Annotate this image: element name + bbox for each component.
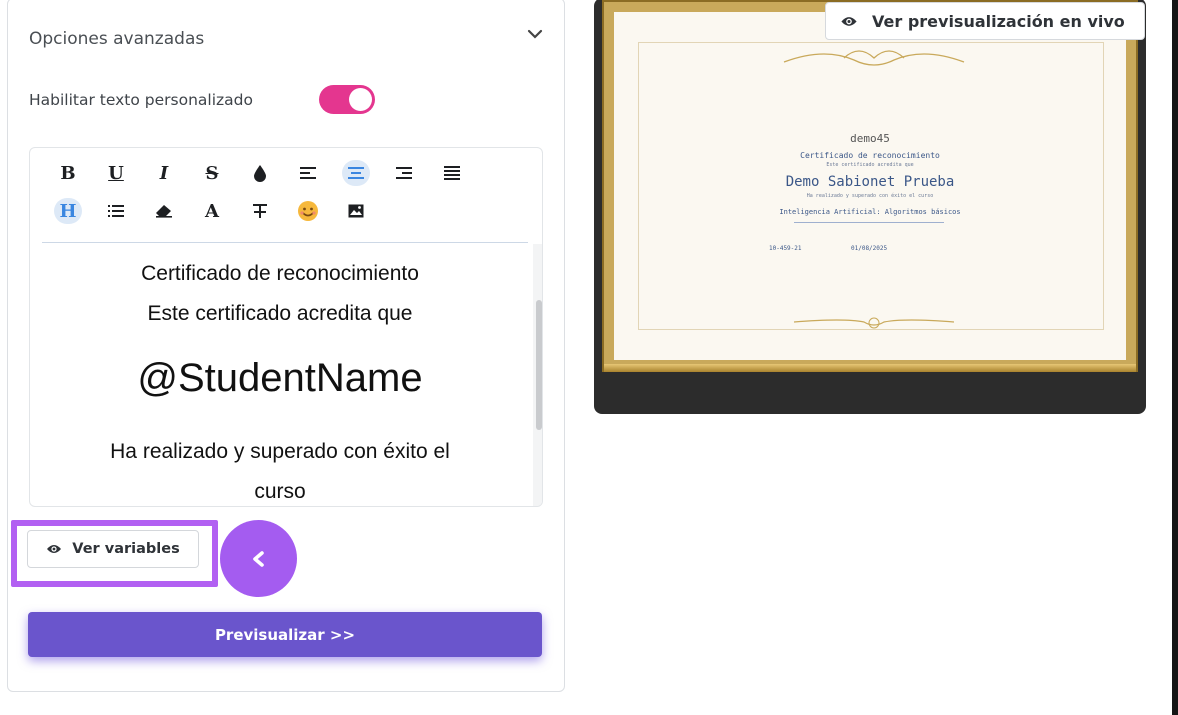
advanced-options-panel: Opciones avanzadas Habilitar texto perso… — [7, 0, 565, 692]
certificate-title: Certificado de reconocimiento — [800, 151, 940, 160]
panel-title: Opciones avanzadas — [29, 29, 205, 49]
certificate-date: 01/08/2025 — [851, 245, 888, 252]
justify-icon[interactable] — [438, 160, 466, 186]
eye-icon — [841, 16, 857, 26]
certificate-user: demo45 — [850, 132, 890, 145]
toolbar-divider — [42, 242, 528, 243]
content-line-completed: Ha realizado y superado con éxito el — [110, 440, 450, 463]
chevron-down-icon[interactable] — [524, 23, 546, 45]
certificate-course: Inteligencia Artificial: Algoritmos bási… — [779, 208, 961, 216]
live-preview-label: Ver previsualización en vivo — [872, 11, 1125, 31]
certificate-line — [794, 222, 944, 223]
chevron-left-icon — [252, 550, 264, 567]
scrollbar-thumb[interactable] — [536, 300, 542, 430]
underline-icon[interactable]: U — [102, 160, 130, 186]
custom-text-toggle[interactable] — [319, 85, 375, 114]
certificate-preview-card: demo45 Certificado de reconocimiento Est… — [594, 0, 1146, 414]
view-variables-button[interactable]: Ver variables — [27, 530, 199, 568]
color-drop-icon[interactable] — [246, 160, 274, 186]
view-variables-label: Ver variables — [72, 541, 180, 557]
content-line-subtitle: Este certificado acredita que — [147, 302, 413, 325]
eraser-icon[interactable] — [150, 198, 178, 224]
italic-icon[interactable]: I — [150, 160, 178, 186]
certificate-frame: demo45 Certificado de reconocimiento Est… — [602, 0, 1138, 372]
strikethrough-icon[interactable]: S — [198, 160, 226, 186]
live-preview-button[interactable]: Ver previsualización en vivo — [825, 2, 1145, 40]
content-line-title: Certificado de reconocimiento — [141, 262, 419, 285]
content-line-course: curso — [254, 480, 306, 503]
align-center-icon[interactable] — [342, 160, 370, 186]
certificate-subtitle: Este certificado acredita que — [826, 162, 914, 168]
heading-icon[interactable]: H — [54, 198, 82, 224]
certificate-completed: Ha realizado y superado con éxito el cur… — [806, 193, 934, 199]
ornament-top-icon — [783, 50, 965, 66]
bold-icon[interactable]: B — [54, 160, 82, 186]
toggle-label: Habilitar texto personalizado — [29, 91, 253, 109]
text-format-icon[interactable] — [246, 198, 274, 224]
eye-icon — [47, 545, 62, 553]
ornament-bottom-icon — [793, 317, 955, 329]
list-icon[interactable] — [102, 198, 130, 224]
collapse-button[interactable] — [220, 520, 297, 597]
editor-scrollbar[interactable] — [533, 244, 542, 506]
font-icon[interactable]: A — [198, 198, 226, 224]
certificate-name: Demo Sabionet Prueba — [785, 174, 955, 190]
align-left-icon[interactable] — [294, 160, 322, 186]
toggle-knob — [349, 88, 372, 111]
image-icon[interactable] — [342, 198, 370, 224]
window-edge — [1172, 0, 1178, 715]
rich-text-editor: B U I S H A Certificado de reconocimient… — [29, 147, 543, 507]
align-right-icon[interactable] — [390, 160, 418, 186]
content-student-name: @StudentName — [137, 356, 423, 400]
editor-toolbar: B U I S H A — [44, 158, 524, 242]
emoji-icon[interactable] — [294, 198, 322, 224]
certificate-gold-edge — [604, 364, 1136, 372]
preview-button[interactable]: Previsualizar >> — [28, 612, 542, 657]
editor-content[interactable]: Certificado de reconocimiento Este certi… — [30, 244, 530, 506]
certificate-code: 10-459-21 — [769, 245, 802, 252]
